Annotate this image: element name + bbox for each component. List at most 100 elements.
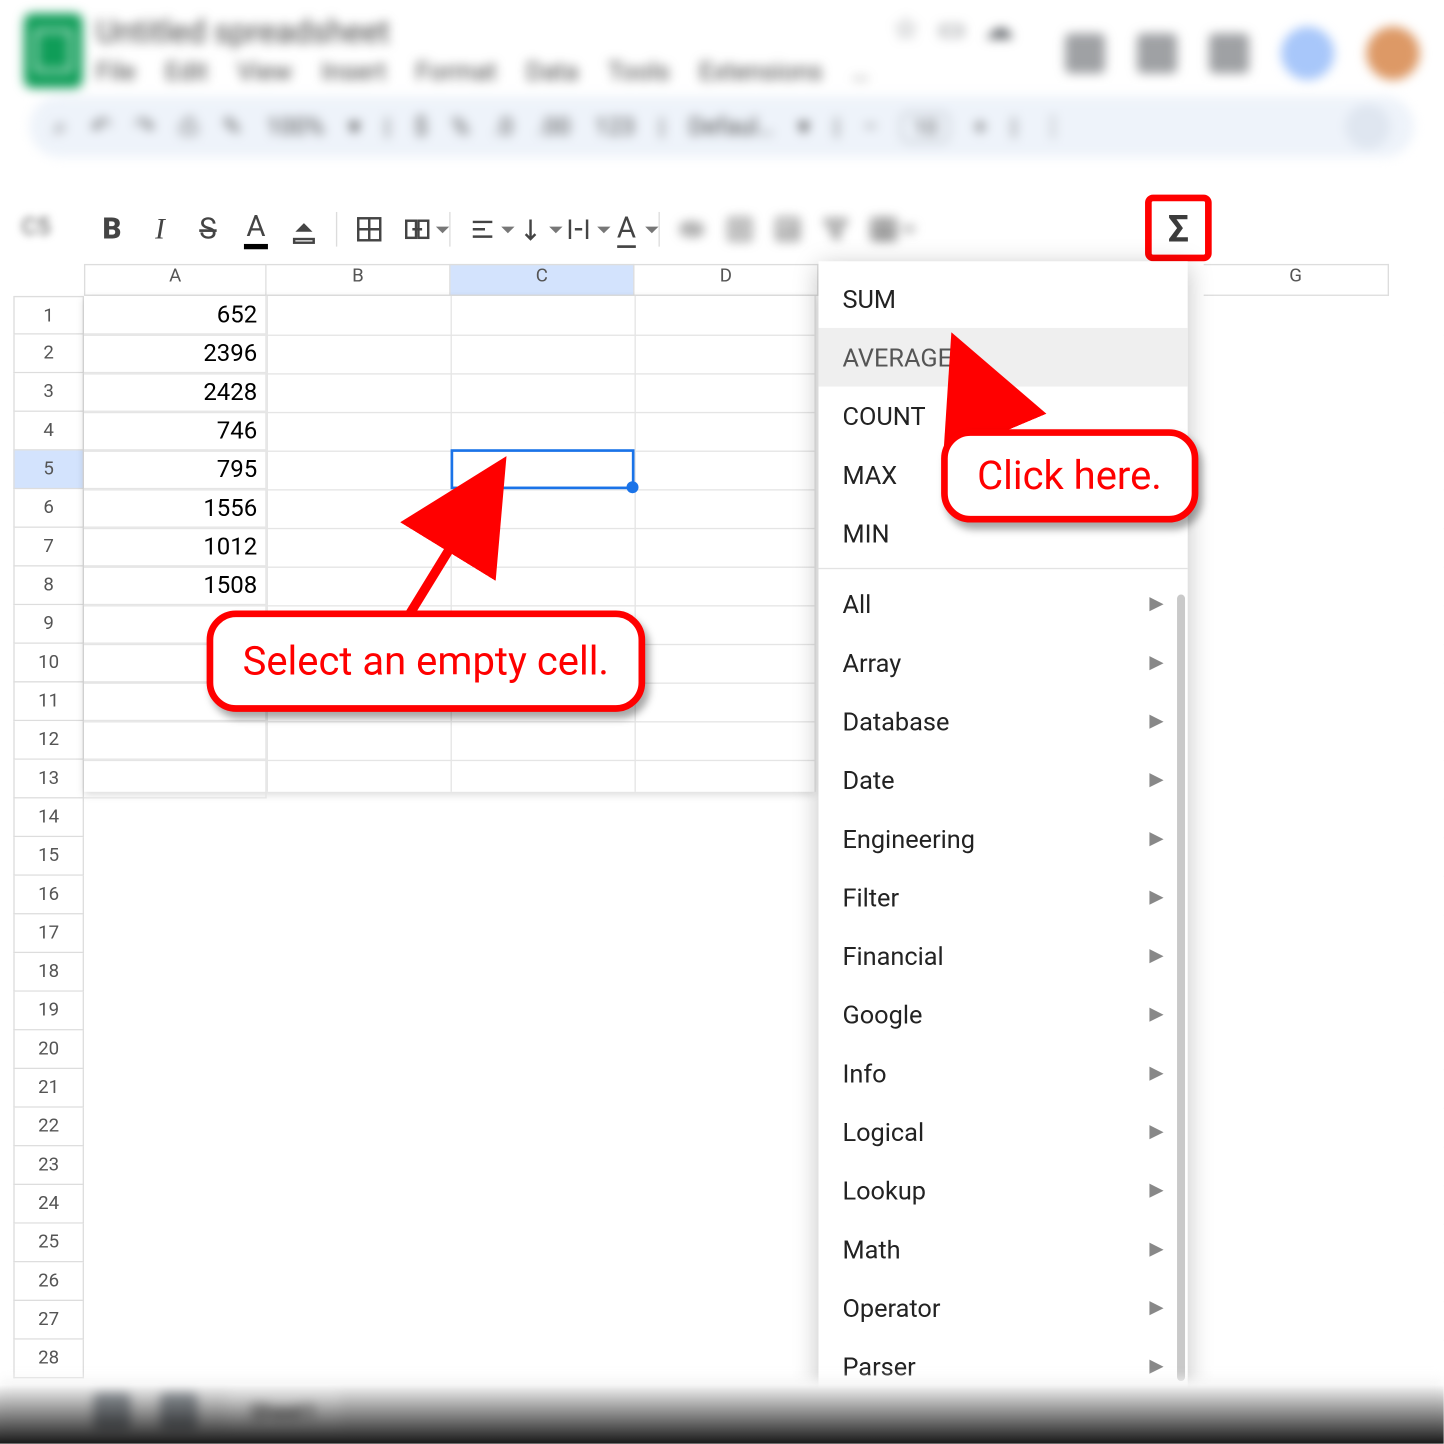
insert-comment-button[interactable] bbox=[716, 205, 764, 253]
row-header-7[interactable]: 7 bbox=[13, 528, 84, 567]
menu-…[interactable]: … bbox=[852, 56, 869, 87]
column-headers[interactable]: ABCDG bbox=[84, 264, 1444, 296]
font-family[interactable]: Defaul… bbox=[689, 113, 774, 141]
column-header-G[interactable]: G bbox=[1204, 264, 1389, 296]
create-filter-button[interactable] bbox=[812, 205, 860, 253]
row-header-13[interactable]: 13 bbox=[13, 760, 84, 799]
row-header-14[interactable]: 14 bbox=[13, 798, 84, 837]
fill-color-button[interactable] bbox=[280, 205, 328, 253]
row-header-22[interactable]: 22 bbox=[13, 1108, 84, 1147]
row-header-4[interactable]: 4 bbox=[13, 412, 84, 451]
currency-icon[interactable]: $ bbox=[414, 113, 427, 141]
fn-category-operator[interactable]: Operator▶ bbox=[818, 1278, 1187, 1337]
fn-category-google[interactable]: Google▶ bbox=[818, 985, 1187, 1044]
cloud-icon[interactable]: ☁ bbox=[984, 13, 1013, 46]
row-header-16[interactable]: 16 bbox=[13, 876, 84, 915]
functions-sigma-button[interactable]: Σ bbox=[1145, 195, 1212, 262]
percent-icon[interactable]: % bbox=[452, 113, 470, 141]
account-avatar[interactable] bbox=[1366, 27, 1419, 80]
doc-title[interactable]: Untitled spreadsheet bbox=[96, 13, 869, 50]
toolbar-secondary[interactable]: B I S A A bbox=[88, 200, 1214, 259]
meet-icon[interactable] bbox=[1209, 33, 1249, 73]
cell-A4[interactable]: 746 bbox=[84, 412, 267, 451]
text-wrap-button[interactable] bbox=[555, 205, 603, 253]
row-header-9[interactable]: 9 bbox=[13, 605, 84, 644]
row-header-17[interactable]: 17 bbox=[13, 914, 84, 953]
fn-category-all[interactable]: All▶ bbox=[818, 575, 1187, 634]
fn-category-date[interactable]: Date▶ bbox=[818, 750, 1187, 809]
menu-insert[interactable]: Insert bbox=[321, 56, 386, 87]
selected-cell[interactable] bbox=[451, 449, 635, 489]
table-view-button[interactable] bbox=[860, 205, 908, 253]
row-header-8[interactable]: 8 bbox=[13, 567, 84, 606]
menu-data[interactable]: Data bbox=[526, 56, 578, 87]
cell-A3[interactable]: 2428 bbox=[84, 373, 267, 412]
collapse-toolbar-icon[interactable] bbox=[1345, 104, 1390, 149]
sheets-app-icon[interactable] bbox=[24, 13, 83, 88]
menu-file[interactable]: File bbox=[96, 56, 136, 87]
fn-category-lookup[interactable]: Lookup▶ bbox=[818, 1161, 1187, 1220]
row-headers[interactable]: 1234567891011121314151617181920212223242… bbox=[13, 296, 84, 1378]
menu-format[interactable]: Format bbox=[416, 56, 497, 87]
font-size[interactable]: 10 bbox=[901, 111, 949, 142]
menu-extensions[interactable]: Extensions bbox=[699, 56, 822, 87]
row-header-6[interactable]: 6 bbox=[13, 489, 84, 528]
row-header-24[interactable]: 24 bbox=[13, 1185, 84, 1224]
row-header-19[interactable]: 19 bbox=[13, 992, 84, 1031]
dropdown-scrollbar[interactable] bbox=[1177, 595, 1185, 1381]
row-header-27[interactable]: 27 bbox=[13, 1301, 84, 1340]
row-header-25[interactable]: 25 bbox=[13, 1224, 84, 1263]
menu-view[interactable]: View bbox=[237, 56, 292, 87]
cell-A6[interactable]: 1556 bbox=[84, 489, 267, 528]
row-header-21[interactable]: 21 bbox=[13, 1069, 84, 1108]
row-header-26[interactable]: 26 bbox=[13, 1262, 84, 1301]
row-header-28[interactable]: 28 bbox=[13, 1340, 84, 1379]
row-header-11[interactable]: 11 bbox=[13, 682, 84, 721]
italic-button[interactable]: I bbox=[136, 205, 184, 253]
cell-A5[interactable]: 795 bbox=[84, 451, 267, 490]
fn-category-math[interactable]: Math▶ bbox=[818, 1220, 1187, 1279]
borders-button[interactable] bbox=[345, 205, 393, 253]
column-header-D[interactable]: D bbox=[635, 264, 819, 296]
star-icon[interactable]: ☆ bbox=[893, 13, 919, 46]
bold-button[interactable]: B bbox=[88, 205, 136, 253]
row-header-20[interactable]: 20 bbox=[13, 1030, 84, 1069]
share-button[interactable] bbox=[1281, 27, 1334, 80]
cell-A8[interactable]: 1508 bbox=[84, 567, 267, 606]
row-header-10[interactable]: 10 bbox=[13, 644, 84, 683]
row-header-2[interactable]: 2 bbox=[13, 335, 84, 374]
row-header-18[interactable]: 18 bbox=[13, 953, 84, 992]
cell-A7[interactable]: 1012 bbox=[84, 528, 267, 567]
paint-format-icon[interactable]: ✎ bbox=[222, 113, 242, 141]
column-header-B[interactable]: B bbox=[267, 264, 451, 296]
insert-chart-button[interactable] bbox=[764, 205, 812, 253]
fn-category-info[interactable]: Info▶ bbox=[818, 1044, 1187, 1103]
strikethrough-button[interactable]: S bbox=[184, 205, 232, 253]
history-icon[interactable] bbox=[1065, 33, 1105, 73]
increase-decimal-icon[interactable]: .00 bbox=[537, 113, 570, 141]
column-header-A[interactable]: A bbox=[84, 264, 267, 296]
menu-bar[interactable]: File Edit View Insert Format Data Tools Extensi… bbox=[96, 56, 869, 87]
comments-icon[interactable] bbox=[1137, 33, 1177, 73]
text-rotation-button[interactable]: A bbox=[603, 205, 651, 253]
redo-icon[interactable]: ↷ bbox=[135, 113, 155, 141]
undo-icon[interactable]: ↶ bbox=[91, 113, 111, 141]
menu-edit[interactable]: Edit bbox=[165, 56, 208, 87]
row-header-15[interactable]: 15 bbox=[13, 837, 84, 876]
row-header-3[interactable]: 3 bbox=[13, 373, 84, 412]
toolbar-primary[interactable]: ⌕ ↶ ↷ ⎙ ✎ 100% ▾ | $ % .0 .00 123 | Defa… bbox=[29, 96, 1414, 157]
print-icon[interactable]: ⎙ bbox=[179, 113, 198, 141]
name-box[interactable]: C5 bbox=[21, 213, 50, 241]
cell-A1[interactable]: 652 bbox=[84, 296, 267, 335]
merge-cells-button[interactable] bbox=[393, 205, 441, 253]
zoom-level[interactable]: 100% bbox=[266, 113, 324, 141]
fn-category-filter[interactable]: Filter▶ bbox=[818, 868, 1187, 927]
vertical-align-button[interactable] bbox=[507, 205, 555, 253]
menu-tools[interactable]: Tools bbox=[608, 56, 670, 87]
row-header-1[interactable]: 1 bbox=[13, 296, 84, 335]
decrease-decimal-icon[interactable]: .0 bbox=[493, 113, 513, 141]
fn-category-financial[interactable]: Financial▶ bbox=[818, 926, 1187, 985]
row-header-5[interactable]: 5 bbox=[13, 451, 84, 490]
fn-category-engineering[interactable]: Engineering▶ bbox=[818, 809, 1187, 868]
fn-category-array[interactable]: Array▶ bbox=[818, 633, 1187, 692]
